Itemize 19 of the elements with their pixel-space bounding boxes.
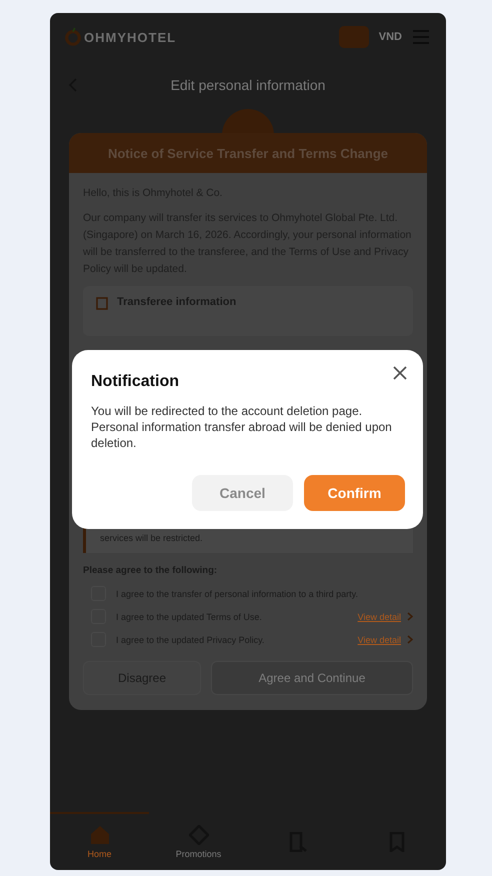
logo-text: OHMYHOTEL <box>84 30 176 44</box>
nav-tab[interactable]: Promotions <box>149 812 248 870</box>
dialog-title: Notification <box>91 373 179 391</box>
view-detail-link[interactable]: View detail <box>358 634 401 644</box>
confirm-button[interactable]: Confirm <box>304 475 405 511</box>
nav-label: Promotions <box>176 849 222 859</box>
account-button[interactable] <box>338 26 369 48</box>
home-icon <box>88 825 110 845</box>
chevron-right-icon <box>407 635 413 644</box>
page-title: Edit personal information <box>170 77 326 93</box>
nav-tab[interactable]: Home <box>50 812 149 870</box>
cancel-button[interactable]: Cancel <box>192 475 293 511</box>
dialog-message: You will be redirected to the account deletion page. Personal information transfer abroad will be denied upon deletion. <box>91 403 393 451</box>
ring-icon <box>64 27 82 47</box>
nav-label: Home <box>87 849 112 859</box>
chevron-right-icon <box>407 612 413 621</box>
currency-label[interactable]: VND <box>378 31 402 43</box>
view-detail-link[interactable]: View detail <box>358 612 401 622</box>
close-icon[interactable] <box>393 366 407 380</box>
